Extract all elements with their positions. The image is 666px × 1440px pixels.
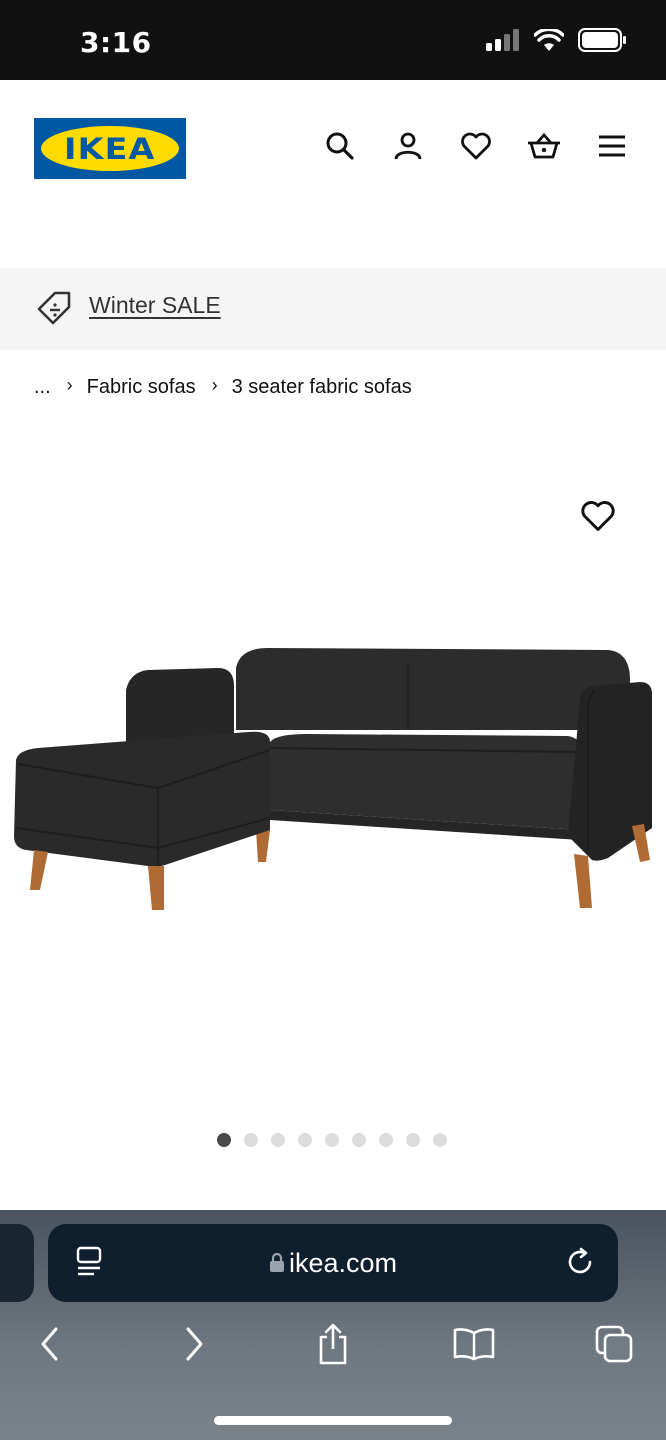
add-to-favorites-icon[interactable] — [580, 498, 616, 534]
chevron-right-icon: › — [211, 375, 218, 395]
reload-icon[interactable] — [564, 1246, 596, 1278]
status-bar: 3:16 — [0, 0, 666, 80]
product-image-sofa — [14, 648, 652, 910]
search-icon[interactable] — [322, 128, 358, 164]
promo-banner: Winter SALE — [0, 268, 666, 350]
carousel-dot-3[interactable] — [271, 1133, 285, 1147]
url-text: ikea.com — [288, 1248, 398, 1278]
account-icon[interactable] — [390, 128, 426, 164]
bookmarks-icon[interactable] — [452, 1322, 496, 1366]
previous-tab-preview[interactable] — [0, 1224, 34, 1302]
ikea-logo[interactable]: IKEA — [34, 118, 186, 179]
address-bar[interactable]: ikea.com — [48, 1224, 618, 1302]
wifi-icon — [534, 29, 564, 51]
breadcrumb: ... › Fabric sofas › 3 seater fabric sof… — [34, 375, 412, 399]
browser-toolbar — [0, 1322, 666, 1382]
battery-icon — [578, 28, 626, 52]
carousel-pagination — [217, 1133, 447, 1147]
header-nav — [322, 128, 630, 164]
winter-sale-link[interactable]: Winter SALE — [89, 292, 221, 319]
signal-icon — [486, 29, 519, 51]
share-icon[interactable] — [311, 1322, 355, 1366]
chevron-right-icon: › — [66, 375, 73, 395]
basket-icon[interactable] — [526, 128, 562, 164]
browser-bottom-bar: ikea.com — [0, 1210, 666, 1440]
breadcrumb-fabric-sofas[interactable]: Fabric sofas — [87, 376, 196, 399]
carousel-dot-6[interactable] — [352, 1133, 366, 1147]
forward-icon[interactable] — [172, 1322, 216, 1366]
lock-icon — [269, 1252, 284, 1272]
breadcrumb-3-seater-fabric-sofas[interactable]: 3 seater fabric sofas — [232, 376, 412, 399]
carousel-dot-5[interactable] — [325, 1133, 339, 1147]
carousel-dot-1[interactable] — [217, 1133, 231, 1147]
site-header: IKEA — [0, 80, 666, 268]
status-icons — [486, 28, 626, 52]
tabs-icon[interactable] — [592, 1322, 636, 1366]
carousel-dot-8[interactable] — [406, 1133, 420, 1147]
url-display: ikea.com — [48, 1248, 618, 1279]
product-image-carousel[interactable] — [0, 430, 666, 1110]
carousel-dot-2[interactable] — [244, 1133, 258, 1147]
menu-icon[interactable] — [594, 128, 630, 164]
price-tag-icon — [37, 291, 71, 325]
logo-oval: IKEA — [41, 126, 179, 171]
carousel-dot-9[interactable] — [433, 1133, 447, 1147]
carousel-dot-7[interactable] — [379, 1133, 393, 1147]
breadcrumb-ellipsis[interactable]: ... — [34, 376, 51, 399]
home-indicator — [214, 1416, 452, 1425]
favorites-icon[interactable] — [458, 128, 494, 164]
status-time: 3:16 — [80, 26, 152, 59]
back-icon[interactable] — [28, 1322, 72, 1366]
logo-text: IKEA — [64, 131, 156, 166]
carousel-dot-4[interactable] — [298, 1133, 312, 1147]
